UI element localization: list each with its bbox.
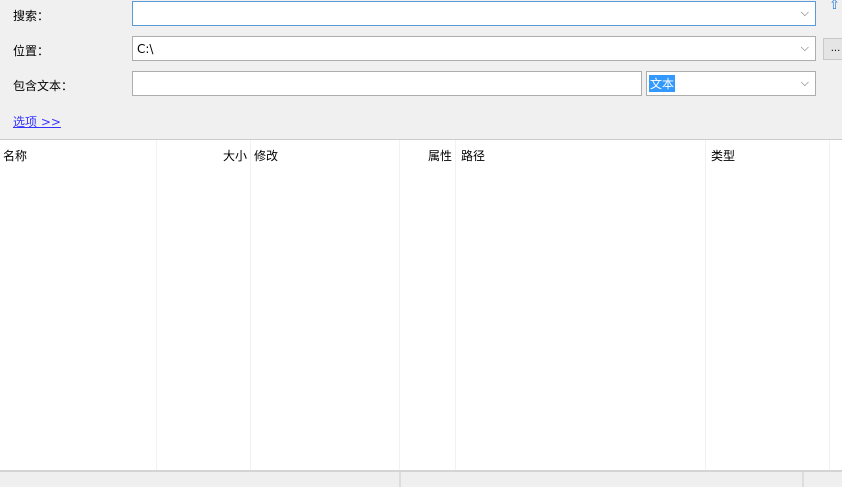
options-link[interactable]: 选项 >> [13,113,61,130]
column-header-name[interactable]: 名称 [0,140,157,471]
column-header-modified[interactable]: 修改 [251,140,400,471]
chevron-down-icon[interactable]: ⌵ [801,6,809,20]
location-input[interactable]: C:\ [137,42,153,56]
up-arrow-icon[interactable]: ⇧ [829,0,840,13]
text-type-select[interactable]: 文本 ⌵ [646,71,816,96]
search-combobox[interactable]: ⌵ [132,1,816,26]
column-header-path[interactable]: 路径 [456,140,706,471]
text-type-value: 文本 [649,75,676,92]
results-list[interactable]: 名称 大小 修改 属性 路径 类型 [0,139,842,471]
chevron-down-icon[interactable]: ⌵ [801,76,809,90]
chevron-down-icon[interactable]: ⌵ [801,41,809,55]
column-header-size[interactable]: 大小 [157,140,251,471]
column-header-attributes[interactable]: 属性 [400,140,456,471]
column-header-type[interactable]: 类型 [706,140,830,471]
status-bar [0,470,842,487]
location-combobox[interactable]: C:\ ⌵ [132,36,816,61]
browse-button[interactable]: ... [823,38,842,60]
search-label: 搜索： [13,9,50,23]
location-label: 位置： [13,44,50,58]
contains-text-label: 包含文本： [13,79,74,93]
contains-text-input[interactable] [132,71,642,96]
